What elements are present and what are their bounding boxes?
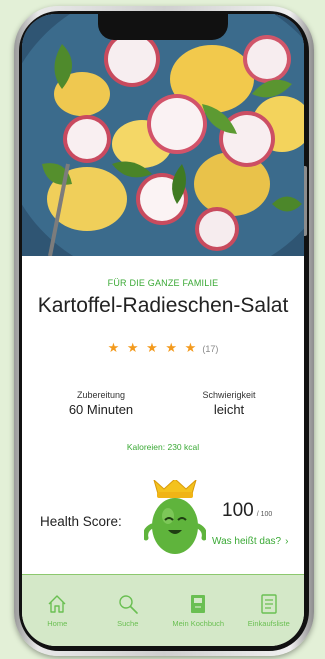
difficulty-value: leicht [213,402,245,417]
nav-cookbook-label: Mein Kochbuch [172,619,225,628]
health-score-value: 100/ 100 [222,500,272,522]
health-score-label: Health Score: [40,514,122,529]
difficulty: Schwierigkeit leicht [174,390,284,417]
recipe-title: Kartoffel-Radieschen-Salat [37,294,289,317]
bottom-navigation: Home Suche Mein Kochbuch Einkaufsliste [22,574,304,646]
phone-notch [98,14,228,40]
health-score-info-link[interactable]: Was heißt das? › [212,536,288,547]
recipe-tagline: FÜR DIE GANZE FAMILIE [107,278,219,288]
nav-home[interactable]: Home [22,575,92,646]
preparation-time: Zubereitung 60 Minuten [46,390,156,417]
health-score-number: 100 [222,500,254,521]
calories-info: Kaloreien: 230 kcal [126,442,200,452]
nav-search-label: Suche [117,619,139,628]
health-mascot-icon [144,480,206,554]
health-score-link-label: Was heißt das? [212,536,282,547]
health-score-max: / 100 [256,511,273,518]
chevron-right-icon: › [285,536,289,547]
nav-shopping-list[interactable]: Einkaufsliste [234,575,304,646]
cookbook-icon [191,595,206,613]
search-icon [119,595,138,614]
difficulty-label: Schwierigkeit [202,390,256,400]
rating-stars-icon: ★ ★ ★ ★ ★ [107,340,199,355]
shopping-list-icon [261,594,277,614]
recipe-rating[interactable]: ★ ★ ★ ★ ★ (17) [22,340,304,356]
nav-search[interactable]: Suche [93,575,163,646]
home-icon [48,595,66,613]
recipe-hero-image [22,14,304,256]
potato-radish-salad-photo [22,14,304,256]
preparation-label: Zubereitung [76,390,126,400]
recipe-content: FÜR DIE GANZE FAMILIE Kartoffel-Radiesch… [22,256,304,574]
nav-home-label: Home [47,619,68,628]
rating-count: (17) [202,344,219,354]
preparation-value: 60 Minuten [68,402,134,417]
nav-cookbook[interactable]: Mein Kochbuch [163,575,233,646]
app-screen: FÜR DIE GANZE FAMILIE Kartoffel-Radiesch… [22,14,304,646]
nav-shopping-list-label: Einkaufsliste [247,619,290,628]
